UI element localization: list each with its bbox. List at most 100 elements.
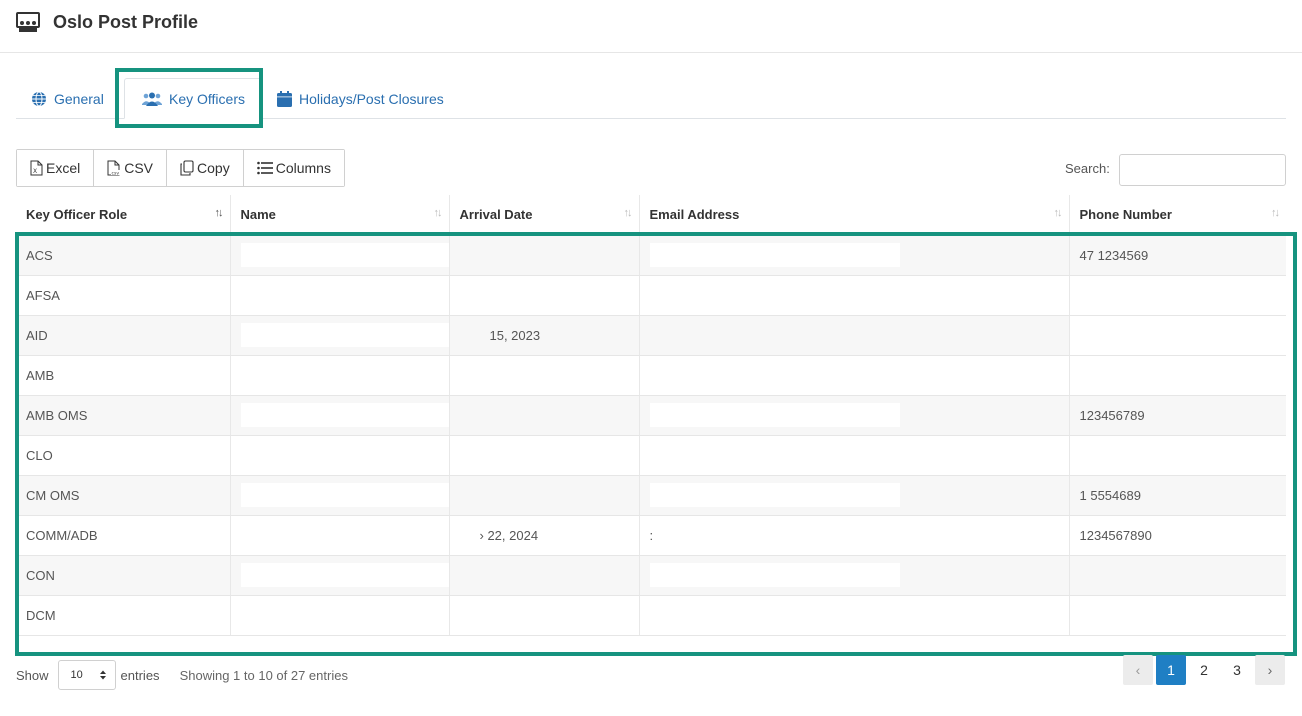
cell-role: DCM [16,595,231,636]
cell-phone: 47 1234569 [1069,235,1286,276]
sort-icon: ↑↓ [214,207,224,219]
excel-button[interactable]: X Excel [17,150,95,186]
cell-phone: 1234567890 [1069,515,1286,556]
previous-page-button[interactable]: ‹ [1123,655,1153,685]
cell-email [639,435,1070,476]
cell-arrival [449,595,640,636]
table-row: DCM [16,595,1286,636]
cell-role: AFSA [16,275,231,316]
cell-phone: 123456789 [1069,395,1286,436]
table-row: AFSA [16,275,1286,316]
page-button-3[interactable]: 3 [1222,655,1252,685]
excel-button-label: Excel [46,160,81,176]
show-label: Show [16,667,49,683]
globe-icon [32,91,46,106]
cell-arrival [449,435,640,476]
table-row: CLO [16,435,1286,476]
cell-arrival [449,235,640,276]
copy-button[interactable]: Copy [167,150,244,186]
cell-arrival: › 22, 2024 [449,515,640,556]
cell-email [639,355,1070,396]
cell-phone [1069,595,1286,636]
users-icon [142,92,162,106]
cell-email [639,235,1070,276]
cell-role: CLO [16,435,231,476]
page-title: Oslo Post Profile [53,12,199,32]
pagination: ‹ 1 2 3 › [1123,655,1288,685]
cell-role: COMM/ADB [16,515,231,556]
sort-icon: ↑↓ [623,207,633,219]
entries-info: Showing 1 to 10 of 27 entries [179,667,348,683]
cell-phone [1069,555,1286,596]
cell-name [230,515,450,556]
cell-email [639,275,1070,316]
tab-key-officers-label: Key Officers [169,90,245,107]
cell-name [230,555,450,596]
cell-name [230,275,450,316]
cell-arrival [449,475,640,516]
csv-file-icon: csv [107,160,122,177]
tab-general-label: General [54,90,104,107]
entries-label: entries [120,667,160,683]
cell-phone [1069,435,1286,476]
column-header-name[interactable]: Name ↑↓ [230,195,450,236]
page-header: Oslo Post Profile [0,0,1302,53]
cell-name [230,435,450,476]
tab-holidays[interactable]: Holidays/Post Closures [277,78,444,119]
cell-phone [1069,315,1286,356]
cell-role: AMB OMS [16,395,231,436]
cell-arrival: 15, 2023 [449,315,640,356]
columns-button[interactable]: Columns [243,150,344,186]
cell-arrival [449,395,640,436]
tab-general[interactable]: General [31,78,104,119]
next-page-button[interactable]: › [1255,655,1285,685]
column-header-email[interactable]: Email Address ↑↓ [639,195,1070,236]
cell-email [639,395,1070,436]
column-header-phone[interactable]: Phone Number ↑↓ [1069,195,1286,236]
page-length-value: 10 [70,669,83,681]
cell-arrival [449,555,640,596]
cell-email [639,555,1070,596]
tab-holidays-label: Holidays/Post Closures [299,90,444,107]
key-officers-table: Key Officer Role ↑↓ Name ↑↓ Arrival Date ↑↓… [16,195,1286,636]
svg-text:csv: csv [112,172,120,177]
table-row: ACS 47 1234569 [16,235,1286,276]
cell-phone [1069,275,1286,316]
cell-phone [1069,355,1286,396]
cell-email [639,475,1070,516]
meeting-room-icon [16,12,40,32]
cell-role: CM OMS [16,475,231,516]
svg-text:X: X [33,168,37,175]
sort-icon: ↑↓ [1053,207,1063,219]
search-input[interactable] [1119,154,1286,186]
cell-email: : [639,515,1070,556]
copy-icon [180,160,194,176]
table-footer: Show 10 entries Showing 1 to 10 of 27 en… [16,660,348,690]
columns-button-label: Columns [275,160,331,176]
cell-name [230,475,450,516]
search-label: Search: [1065,161,1110,176]
tab-key-officers[interactable]: Key Officers [124,78,262,119]
column-header-role[interactable]: Key Officer Role ↑↓ [16,195,231,236]
table-row: COMM/ADB › 22, 2024 : 1234567890 [16,515,1286,556]
csv-button[interactable]: csv CSV [94,150,168,186]
cell-name [230,315,450,356]
page-button-2[interactable]: 2 [1189,655,1219,685]
csv-button-label: CSV [124,160,154,176]
select-arrows-icon [99,670,106,680]
table-row: AID 15, 2023 [16,315,1286,356]
column-header-arrival[interactable]: Arrival Date ↑↓ [449,195,640,236]
cell-phone: 1 5554689 [1069,475,1286,516]
cell-name [230,355,450,396]
cell-name [230,395,450,436]
table-header-row: Key Officer Role ↑↓ Name ↑↓ Arrival Date ↑↓… [16,195,1286,236]
page-button-1[interactable]: 1 [1156,655,1186,685]
table-row: CM OMS 1 5554689 [16,475,1286,516]
cell-email [639,315,1070,356]
cell-role: ACS [16,235,231,276]
copy-button-label: Copy [197,160,230,176]
sort-icon: ↑↓ [1271,207,1280,219]
table-row: AMB OMS 123456789 [16,395,1286,436]
page-length-select[interactable]: 10 [57,660,116,690]
sort-icon: ↑↓ [433,207,443,219]
